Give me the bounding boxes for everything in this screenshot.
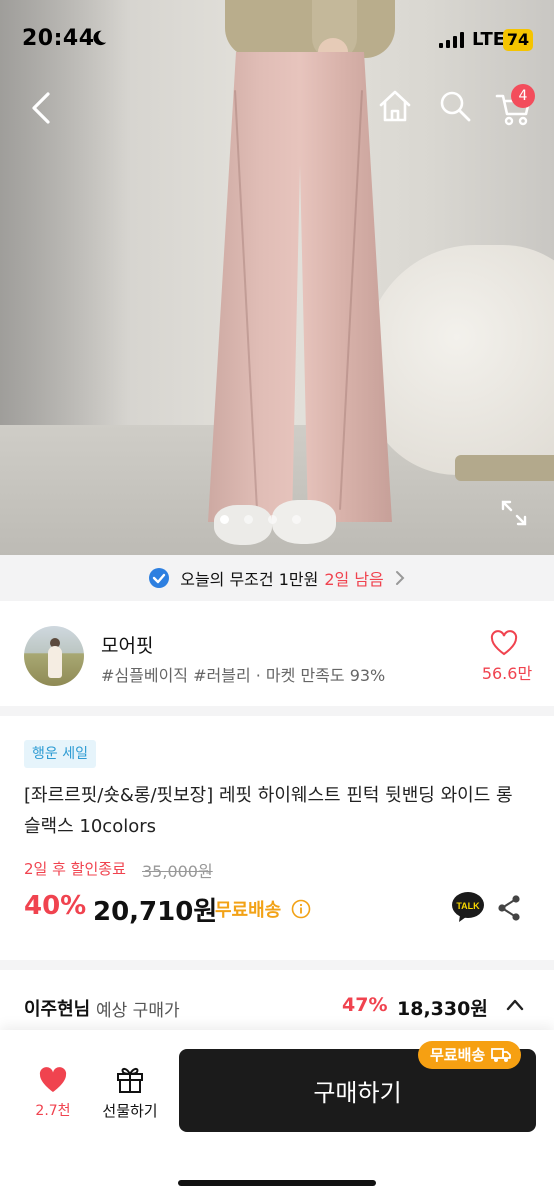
store-avatar[interactable] xyxy=(24,626,84,686)
store-like-count: 56.6만 xyxy=(481,664,533,683)
home-icon[interactable] xyxy=(376,87,414,125)
chair-base xyxy=(455,455,554,481)
expand-icon[interactable] xyxy=(500,499,528,527)
avatar-figure xyxy=(48,646,62,678)
chevron-right-icon xyxy=(395,571,405,585)
product-title: [좌르르핏/숏&롱/핏보장] 레핏 하이웨스트 핀턱 뒷밴딩 와이드 롱 슬랙스… xyxy=(24,785,513,837)
page-dot xyxy=(244,515,253,524)
status-bar: 20:44 LTE 74 xyxy=(0,0,554,70)
home-indicator xyxy=(178,1180,376,1186)
expected-discount: 47% xyxy=(342,994,388,1016)
sale-end-text: 2일 후 할인종료 xyxy=(24,860,126,878)
sale-badge: 행운 세일 xyxy=(24,740,96,768)
free-shipping-label: 무료배송 xyxy=(215,900,282,921)
section-divider xyxy=(0,960,554,970)
free-shipping-tag-label: 무료배송 xyxy=(430,1046,486,1064)
discount-rate: 40% xyxy=(24,891,87,921)
gift-icon xyxy=(117,1067,143,1093)
store-heart-icon[interactable] xyxy=(490,630,518,656)
gallery-page-indicator xyxy=(220,515,340,527)
coupon-banner[interactable]: 오늘의 무조건 1만원 2일 남음 xyxy=(0,555,554,601)
info-icon[interactable] xyxy=(291,899,311,919)
gift-label: 선물하기 xyxy=(102,1102,158,1120)
like-button[interactable]: 2.7천 xyxy=(22,1062,84,1124)
buy-button-label: 구매하기 xyxy=(313,1079,402,1107)
share-icon[interactable] xyxy=(496,894,522,922)
truck-icon xyxy=(491,1048,512,1062)
like-count: 2.7천 xyxy=(35,1103,71,1119)
expected-price-label: 예상 구매가 xyxy=(96,1001,180,1021)
free-shipping-tag: 무료배송 xyxy=(418,1041,522,1069)
status-time: 20:44 xyxy=(22,26,95,51)
chevron-left-icon[interactable] xyxy=(24,88,60,128)
gift-button[interactable]: 선물하기 xyxy=(96,1062,164,1124)
chevron-up-icon[interactable] xyxy=(505,997,525,1013)
product-image[interactable] xyxy=(0,0,554,555)
chair xyxy=(365,245,554,475)
heart-filled-icon xyxy=(39,1067,67,1092)
talk-icon-label: TALK xyxy=(456,901,480,911)
search-icon[interactable] xyxy=(436,87,474,125)
battery-icon: 74 xyxy=(503,29,533,51)
signal-icon xyxy=(439,32,464,48)
section-divider xyxy=(0,706,554,716)
moon-icon xyxy=(93,30,107,46)
page-dot xyxy=(220,515,229,524)
coupon-remaining: 2일 남음 xyxy=(324,570,384,589)
network-type: LTE xyxy=(472,29,506,50)
page-dot xyxy=(268,515,277,524)
expected-price: 18,330원 xyxy=(397,998,488,1020)
coupon-text: 오늘의 무조건 1만원 xyxy=(180,570,319,589)
sale-price: 20,710원 xyxy=(93,897,218,927)
verified-check-icon xyxy=(149,568,170,588)
original-price: 35,000원 xyxy=(142,862,213,881)
expected-price-user: 이주현님 xyxy=(24,999,91,1020)
kakao-talk-icon[interactable]: TALK xyxy=(451,891,485,923)
store-name[interactable]: 모어핏 xyxy=(101,631,153,658)
cart-count-badge: 4 xyxy=(511,84,535,108)
store-tags: #심플베이직 #러블리 · 마켓 만족도 93% xyxy=(101,666,386,685)
page-dot xyxy=(292,515,301,524)
